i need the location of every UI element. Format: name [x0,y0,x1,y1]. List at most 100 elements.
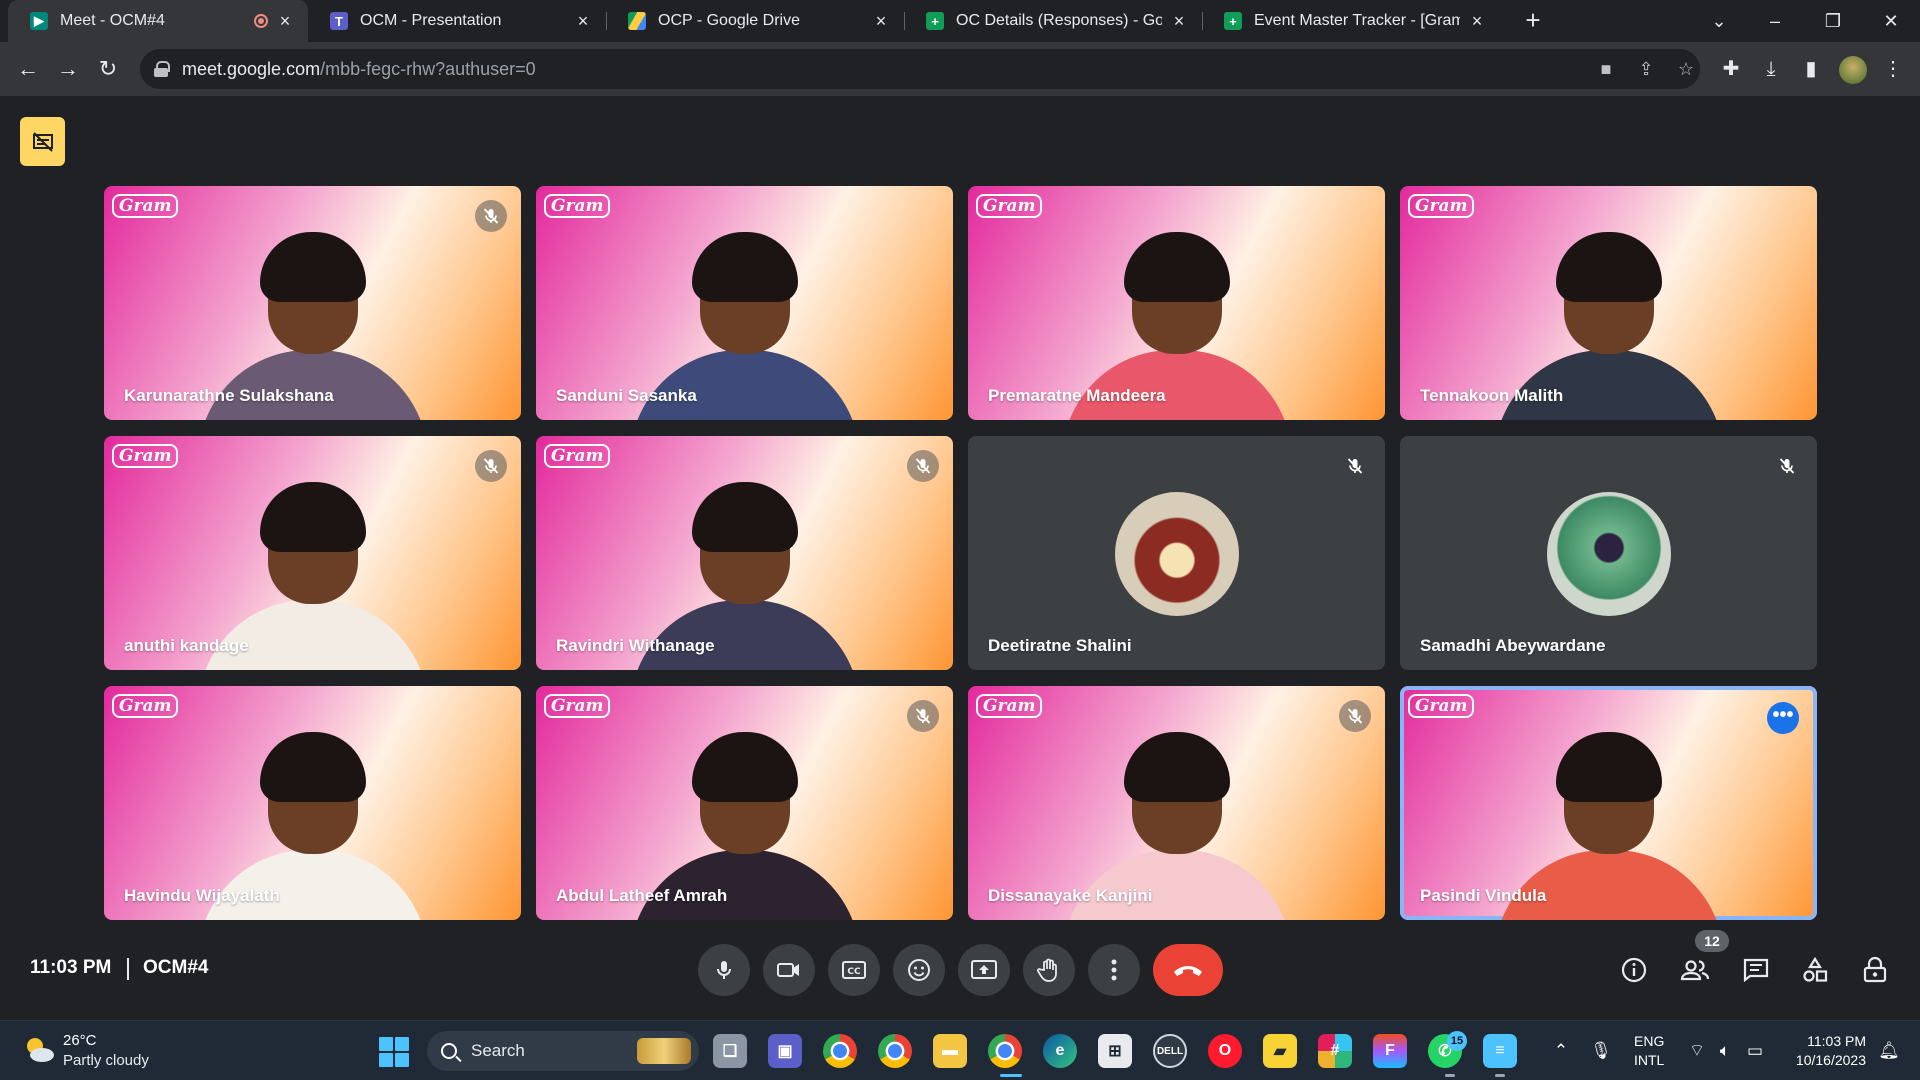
bookmark-star-icon[interactable]: ☆ [1674,57,1698,81]
microphone-tray-icon[interactable]: 🎙︎ [1590,1040,1612,1062]
notification-bell-icon[interactable]: 🔔︎ [1878,1040,1900,1062]
running-app-indicator [1445,1074,1455,1077]
participant-tile[interactable]: Gram ••• Pasindi Vindula [1400,686,1817,920]
tile-more-options-button[interactable]: ••• [1767,702,1799,734]
close-icon[interactable]: × [872,11,890,32]
side-panel-icon[interactable]: ▮ [1797,55,1825,83]
avatar [1546,492,1671,616]
brand-watermark: Gram [976,194,1043,218]
wifi-icon[interactable]: ⌔ [1686,1040,1708,1062]
participant-name: Sanduni Sasanka [556,386,697,405]
weather-temperature[interactable]: 26°C [63,1032,97,1049]
sticky-notes-icon[interactable]: ▰ [1263,1034,1297,1068]
taskbar-time[interactable]: 11:03 PM [1786,1032,1866,1051]
chrome-active-icon[interactable] [988,1034,1022,1068]
dell-icon[interactable]: DELL [1153,1034,1187,1068]
lock-icon[interactable] [154,61,170,77]
file-explorer-icon[interactable]: ▬ [933,1034,967,1068]
participant-tile[interactable]: Gram Tennakoon Malith [1400,186,1817,420]
reactions-button[interactable] [893,944,945,996]
tab-drive[interactable]: OCP - Google Drive × [606,0,904,42]
participant-tile[interactable]: Gram Karunarathne Sulakshana [104,186,521,420]
slack-icon[interactable]: # [1318,1034,1352,1068]
close-window-button[interactable]: ✕ [1876,6,1906,36]
minimize-button[interactable]: – [1760,6,1790,36]
participant-tile[interactable]: Gram Abdul Latheef Amrah [536,686,953,920]
address-bar[interactable]: meet.google.com/mbb-fegc-rhw?authuser=0 … [140,49,1700,89]
edge-icon[interactable]: e [1043,1034,1077,1068]
participant-tile[interactable]: Gram Havindu Wijayalath [104,686,521,920]
activities-shapes-icon [1803,956,1828,982]
search-label: Search [471,1041,525,1060]
language-indicator[interactable]: ENG INTL [1634,1032,1664,1070]
reload-icon[interactable]: ↻ [92,53,124,85]
tab-title: OC Details (Responses) - Google [956,12,1162,29]
close-icon[interactable]: × [1170,11,1188,32]
google-drive-icon [628,12,646,30]
windows-start-icon[interactable] [379,1037,409,1067]
microphone-icon [717,961,731,979]
chat-button[interactable] [1738,952,1774,988]
phone-hangup-icon [1174,966,1202,976]
forward-icon[interactable]: → [52,53,84,85]
browser-toolbar: ← → ↻ meet.google.com/mbb-fegc-rhw?authu… [0,42,1920,96]
task-view-icon[interactable]: ❏ [713,1034,747,1068]
people-icon [1680,960,1710,981]
new-tab-button[interactable]: + [1518,6,1548,36]
chat-icon [1743,958,1769,983]
taskbar-date[interactable]: 10/16/2023 [1776,1052,1866,1068]
participant-tile[interactable]: Gram Dissanayake Kanjini [968,686,1385,920]
svg-text:CC: CC [847,967,861,977]
tab-oc-details[interactable]: + OC Details (Responses) - Google × [904,0,1202,42]
participant-tile[interactable]: Gram Premaratne Mandeera [968,186,1385,420]
teams-chat-icon[interactable]: ▣ [768,1034,802,1068]
taskbar-search[interactable]: Search [427,1031,699,1071]
participant-tile[interactable]: Gram anuthi kandage [104,436,521,670]
captions-button[interactable]: CC [828,944,880,996]
camera-button[interactable] [763,944,815,996]
tab-presentation[interactable]: T OCM - Presentation × [308,0,606,42]
microphone-button[interactable] [698,944,750,996]
opera-icon[interactable]: O [1208,1034,1242,1068]
chevron-down-icon[interactable]: ⌄ [1704,6,1734,36]
weather-description[interactable]: Partly cloudy [63,1052,149,1069]
camera-icon[interactable]: ■ [1594,57,1618,81]
extensions-icon[interactable]: ✚ [1717,55,1745,83]
more-options-button[interactable] [1088,944,1140,996]
close-icon[interactable]: × [574,11,592,32]
close-icon[interactable]: × [1468,11,1486,32]
close-icon[interactable]: × [276,11,294,32]
present-button[interactable] [958,944,1010,996]
figma-icon[interactable]: F [1373,1034,1407,1068]
participant-name: Tennakoon Malith [1420,386,1564,405]
activities-button[interactable] [1797,952,1833,988]
participant-tile[interactable]: Deetiratne Shalini [968,436,1385,670]
participant-tile[interactable]: Samadhi Abeywardane [1400,436,1817,670]
menu-icon[interactable]: ⋮ [1879,55,1907,83]
restore-button[interactable]: ❐ [1818,6,1848,36]
partly-cloudy-icon[interactable] [22,1033,56,1067]
notepad-icon[interactable]: ≡ [1483,1034,1517,1068]
hand-icon [1037,958,1057,982]
people-button[interactable] [1677,952,1713,988]
meeting-details-button[interactable] [1616,952,1652,988]
battery-icon[interactable]: ▭ [1744,1040,1766,1062]
raise-hand-button[interactable] [1023,944,1075,996]
back-icon[interactable]: ← [12,53,44,85]
chrome-icon[interactable] [823,1034,857,1068]
profile-avatar[interactable] [1839,56,1867,84]
volume-icon[interactable]: 🔈︎ [1714,1040,1736,1062]
end-call-button[interactable] [1153,944,1223,996]
host-controls-button[interactable] [1857,952,1893,988]
chevron-up-icon[interactable]: ⌃ [1550,1040,1572,1062]
participant-tile[interactable]: Gram Ravindri Withanage [536,436,953,670]
tab-event-tracker[interactable]: + Event Master Tracker - [GramFes × [1202,0,1500,42]
participant-tile[interactable]: Gram Sanduni Sasanka [536,186,953,420]
tab-meet[interactable]: ▶ Meet - OCM#4 × [8,0,308,42]
presentation-off-icon[interactable] [20,117,65,166]
download-icon[interactable]: ⤓ [1757,55,1785,83]
chrome-profile-icon[interactable] [878,1034,912,1068]
share-icon[interactable]: ⇪ [1634,57,1658,81]
microsoft-store-icon[interactable]: ⊞ [1098,1034,1132,1068]
active-app-indicator [1000,1074,1022,1077]
